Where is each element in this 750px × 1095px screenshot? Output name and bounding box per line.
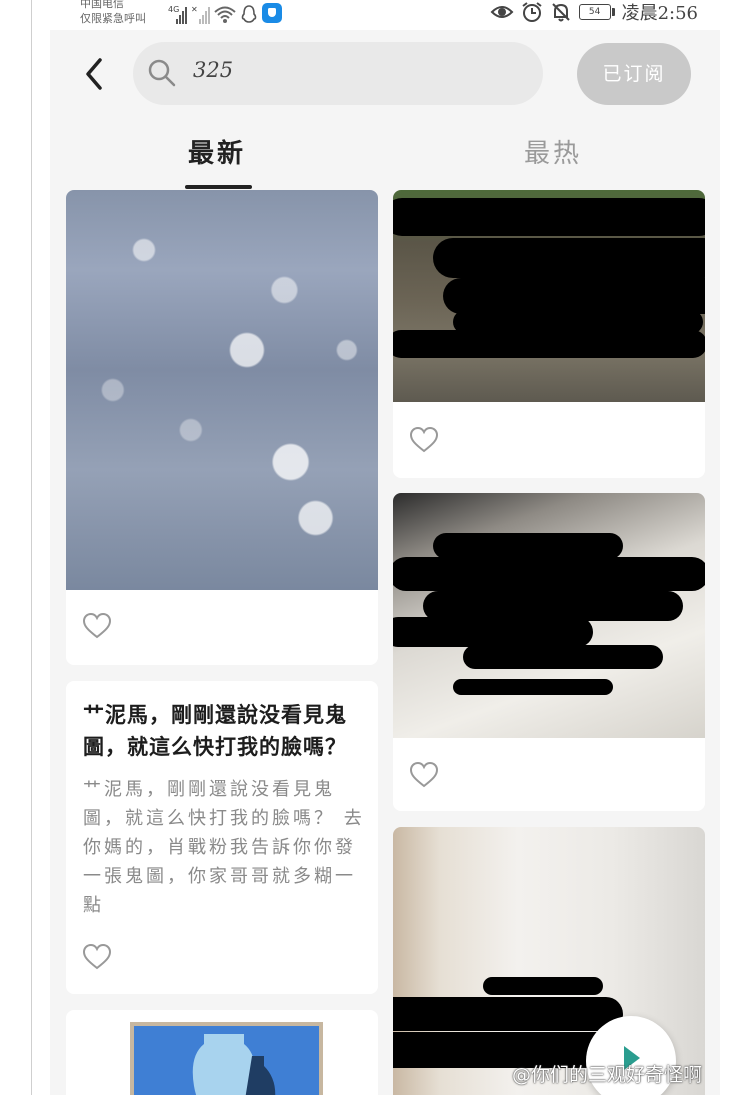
vase-icon (192, 1034, 276, 1095)
page-edge-line (31, 0, 32, 1095)
redacted-bed-photo (393, 493, 705, 738)
search-icon (148, 59, 176, 87)
post-excerpt: 艹泥馬，剛剛還說没看見鬼圖，就這么快打我的臉嗎？ 去你媽的，肖戰粉我告訴你你發一… (83, 779, 365, 916)
heart-icon[interactable] (82, 612, 112, 640)
wifi-icon (214, 6, 236, 23)
sparkling-water-photo (66, 190, 378, 590)
status-bar: 中国电信 仅限紧急呼叫 4G ✕ 54 凌晨2:56 (50, 0, 720, 30)
tab-latest[interactable]: 最新 (188, 133, 246, 170)
eye-comfort-icon (490, 6, 513, 18)
heart-icon[interactable] (409, 426, 439, 454)
weibo-watermark: @你们的三观好奇怪啊 (512, 1064, 703, 1086)
security-app-icon (262, 3, 282, 23)
redacted-ground-photo (393, 190, 705, 402)
tab-hottest[interactable]: 最热 (524, 133, 582, 170)
search-bar[interactable]: 325 (133, 42, 543, 105)
mute-bell-icon (551, 3, 570, 22)
carrier-info: 中国电信 仅限紧急呼叫 (80, 0, 146, 26)
post-title: 艹泥馬，剛剛還說没看見鬼圖，就這么快打我的臉嗎？ (83, 702, 347, 759)
search-query[interactable]: 325 (193, 58, 233, 82)
status-icons-right: 54 凌晨2:56 (490, 0, 698, 24)
no-signal-icon: ✕ (191, 5, 210, 24)
clock: 凌晨2:56 (621, 3, 698, 24)
subscribed-button[interactable]: 已订阅 (577, 43, 691, 105)
feed-card-text[interactable]: 艹泥馬，剛剛還說没看見鬼圖，就這么快打我的臉嗎？ 艹泥馬，剛剛還說没看見鬼圖，就… (66, 681, 378, 994)
feed-card-ground[interactable] (393, 190, 705, 478)
battery-icon: 54 (578, 4, 615, 20)
status-icons-left: 4G ✕ (168, 0, 282, 24)
qq-icon (241, 5, 257, 23)
emergency-only: 仅限紧急呼叫 (80, 12, 146, 25)
alarm-icon (521, 2, 542, 22)
network-type: 4G (168, 5, 180, 14)
signal-icon: 4G (168, 5, 187, 24)
heart-icon[interactable] (82, 943, 112, 971)
feed-card-bed[interactable] (393, 493, 705, 811)
blue-vase-painting (130, 1022, 323, 1095)
carrier-name: 中国电信 (80, 0, 124, 10)
feed-card-painting[interactable] (66, 1010, 378, 1095)
app-screen: 中国电信 仅限紧急呼叫 4G ✕ 54 凌晨2:56 325 已订阅 最新 最热… (50, 0, 720, 1095)
back-arrow-icon[interactable] (78, 56, 114, 92)
heart-icon[interactable] (409, 761, 439, 789)
feed-card-water[interactable] (66, 190, 378, 665)
active-tab-indicator (185, 185, 252, 189)
